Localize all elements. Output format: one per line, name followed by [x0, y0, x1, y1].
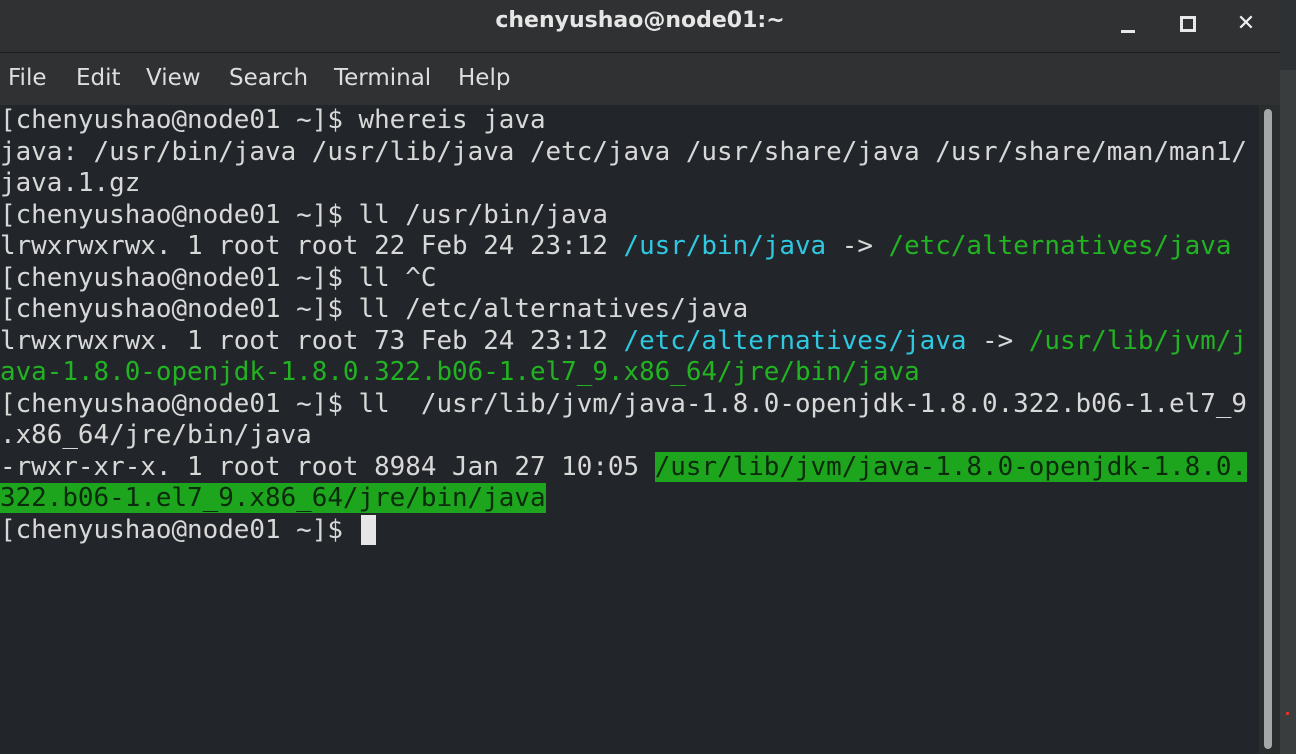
listing-details: lrwxrwxrwx. 1 root root 73 Feb 24 23:12: [0, 325, 624, 356]
link-target: /usr/lib/jvm/j: [1028, 325, 1248, 356]
menu-terminal[interactable]: Terminal: [334, 65, 431, 91]
vertical-scrollbar[interactable]: [1259, 105, 1280, 754]
terminal-line: [chenyushao@node01 ~]$ ll /usr/bin/java: [0, 199, 608, 230]
listing-details: -rwxr-xr-x. 1 root root 8984 Jan 27 10:0…: [0, 451, 655, 482]
indicator-dot: [1286, 712, 1289, 715]
menu-search[interactable]: Search: [229, 65, 308, 91]
scrollbar-thumb[interactable]: [1264, 109, 1272, 749]
prompt-line[interactable]: [chenyushao@node01 ~]$: [0, 514, 376, 546]
terminal-line: java.1.gz: [0, 168, 141, 198]
close-button[interactable]: ✕: [1228, 6, 1264, 42]
terminal-line: lrwxrwxrwx. 1 root root 22 Feb 24 23:12 …: [0, 231, 1231, 262]
menu-view[interactable]: View: [146, 65, 201, 91]
shell-prompt: [chenyushao@node01 ~]$: [0, 514, 359, 545]
background-window-top: [1280, 0, 1296, 70]
terminal-line: .x86_64/jre/bin/java: [0, 420, 312, 450]
symlink-name: /usr/bin/java: [623, 231, 827, 261]
executable-path: /usr/lib/jvm/java-1.8.0-openjdk-1.8.0.: [654, 451, 1248, 482]
menu-help[interactable]: Help: [458, 65, 510, 91]
menu-bar: File Edit View Search Terminal Help: [0, 53, 1280, 105]
maximize-button[interactable]: [1170, 6, 1206, 42]
menu-file[interactable]: File: [8, 65, 47, 91]
menu-edit[interactable]: Edit: [76, 65, 121, 91]
minimize-icon: [1121, 29, 1135, 33]
terminal-line: java: /usr/bin/java /usr/lib/java /etc/j…: [0, 136, 1247, 167]
maximize-icon: [1180, 16, 1196, 32]
link-target: /etc/alternatives/java: [888, 231, 1232, 261]
terminal-window: chenyushao@node01:~ ✕ File Edit View Sea…: [0, 0, 1280, 754]
close-icon: ✕: [1236, 11, 1256, 36]
text-cursor: [360, 514, 376, 545]
window-title: chenyushao@node01:~: [495, 8, 785, 33]
listing-details: lrwxrwxrwx. 1 root root 22 Feb 24 23:12: [0, 231, 624, 261]
terminal-line: [chenyushao@node01 ~]$ ll ^C: [0, 262, 437, 293]
symlink-name: /etc/alternatives/java: [623, 325, 967, 356]
terminal-line: [chenyushao@node01 ~]$ ll /usr/lib/jvm/j…: [0, 388, 1247, 419]
minimize-button[interactable]: [1110, 6, 1146, 42]
executable-path: 322.b06-1.el7_9.x86_64/jre/bin/java: [0, 483, 546, 513]
terminal-line: [chenyushao@node01 ~]$ whereis java: [0, 105, 546, 135]
terminal-line: lrwxrwxrwx. 1 root root 73 Feb 24 23:12 …: [0, 326, 1247, 357]
terminal-line: [chenyushao@node01 ~]$ ll /etc/alternati…: [0, 294, 749, 324]
background-window-edge: [1280, 0, 1296, 754]
terminal-output[interactable]: [chenyushao@node01 ~]$ whereis java java…: [0, 105, 1258, 754]
link-arrow: ->: [826, 231, 889, 261]
link-arrow: ->: [966, 325, 1029, 356]
terminal-line: ava-1.8.0-openjdk-1.8.0.322.b06-1.el7_9.…: [0, 357, 920, 387]
title-bar[interactable]: chenyushao@node01:~ ✕: [0, 0, 1280, 53]
terminal-line: 322.b06-1.el7_9.x86_64/jre/bin/java: [0, 483, 546, 514]
terminal-line: -rwxr-xr-x. 1 root root 8984 Jan 27 10:0…: [0, 451, 1248, 483]
